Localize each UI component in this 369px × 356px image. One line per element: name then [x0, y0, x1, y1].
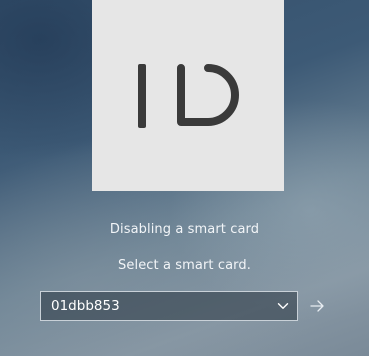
smart-card-tile [92, 0, 284, 191]
instruction-text: Select a smart card. [118, 258, 251, 273]
status-title: Disabling a smart card [109, 222, 260, 237]
submit-arrow-button[interactable] [306, 295, 328, 317]
smart-card-select[interactable]: 01dbb853 [40, 291, 298, 321]
arrow-right-icon [310, 300, 324, 312]
id-card-logo-icon [138, 64, 239, 128]
chevron-down-icon [277, 303, 289, 309]
smart-card-select-value: 01dbb853 [51, 298, 120, 314]
